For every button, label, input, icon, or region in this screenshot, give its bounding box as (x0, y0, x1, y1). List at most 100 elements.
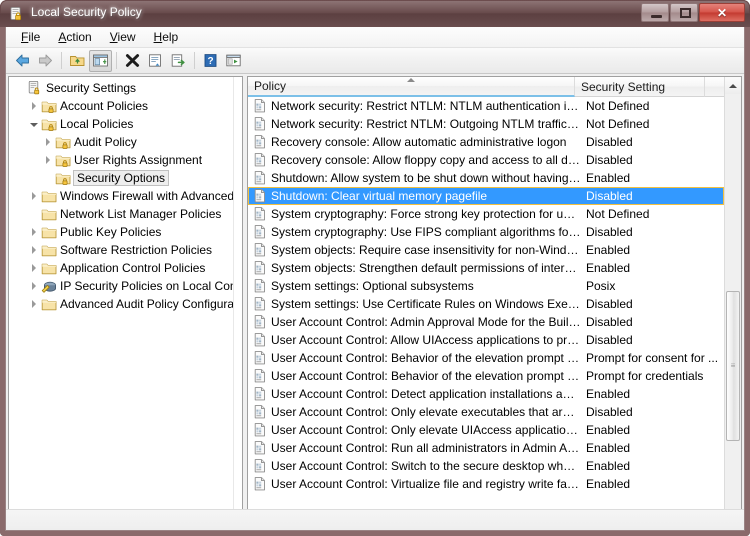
tree-item-label: Audit Policy (74, 135, 137, 149)
console-tree-icon (93, 54, 108, 67)
application-window: Local Security Policy ✕ FFileile Action … (0, 0, 750, 536)
policy-row[interactable]: User Account Control: Behavior of the el… (248, 349, 724, 367)
policy-item-icon (252, 116, 268, 132)
policy-row[interactable]: System cryptography: Force strong key pr… (248, 205, 724, 223)
policy-security-setting: Disabled (586, 225, 633, 239)
policy-row[interactable]: System cryptography: Use FIPS compliant … (248, 223, 724, 241)
title-bar[interactable]: Local Security Policy ✕ (0, 0, 750, 27)
policy-row[interactable]: User Account Control: Run all administra… (248, 439, 724, 457)
properties-button[interactable] (144, 50, 167, 72)
policy-security-setting: Prompt for credentials (586, 369, 704, 383)
chevron-right-icon[interactable] (27, 97, 41, 115)
policy-row[interactable]: User Account Control: Behavior of the el… (248, 367, 724, 385)
expander-spacer (27, 205, 41, 223)
policy-item-icon (254, 189, 265, 203)
chevron-right-glyph (32, 102, 36, 110)
policy-security-setting: Posix (586, 279, 616, 293)
tree-item-application-control-policies[interactable]: Application Control Policies (9, 259, 235, 277)
policy-item-icon (254, 297, 265, 311)
chevron-right-icon[interactable] (27, 295, 41, 313)
tree-item-label: Security Options (73, 170, 170, 186)
delete-button[interactable] (121, 50, 144, 72)
policy-row[interactable]: Network security: Restrict NTLM: Outgoin… (248, 115, 724, 133)
policy-row[interactable]: Recovery console: Allow automatic admini… (248, 133, 724, 151)
policy-row[interactable]: System objects: Strengthen default permi… (248, 259, 724, 277)
tree-item-windows-firewall-with-advanced-secu[interactable]: Windows Firewall with Advanced Secu (9, 187, 235, 205)
policy-row[interactable]: Network security: Restrict NTLM: NTLM au… (248, 97, 724, 115)
policy-row[interactable]: Shutdown: Clear virtual memory pagefile D… (248, 187, 724, 205)
policy-row[interactable]: Shutdown: Allow system to be shut down w… (248, 169, 724, 187)
policy-item-icon (254, 261, 265, 275)
policy-name: System settings: Optional subsystems (271, 279, 474, 293)
policy-row[interactable]: User Account Control: Detect application… (248, 385, 724, 403)
policy-row[interactable]: System settings: Optional subsystems Posi… (248, 277, 724, 295)
policy-item-icon (252, 386, 268, 402)
tree-item-software-restriction-policies[interactable]: Software Restriction Policies (9, 241, 235, 259)
view-options-button[interactable] (222, 50, 245, 72)
tree-view[interactable]: Security Settings Account Policies Local P… (9, 79, 235, 509)
expander-spacer (13, 79, 27, 97)
policy-row[interactable]: User Account Control: Only elevate UIAcc… (248, 421, 724, 439)
scrollbar-thumb[interactable]: ≡ (726, 291, 740, 441)
policy-row[interactable]: System objects: Require case insensitivi… (248, 241, 724, 259)
show-hide-tree-button[interactable] (89, 49, 112, 72)
chevron-right-icon[interactable] (27, 259, 41, 277)
tree-item-user-rights-assignment[interactable]: User Rights Assignment (9, 151, 235, 169)
close-icon: ✕ (716, 5, 728, 20)
policy-row[interactable]: User Account Control: Switch to the secu… (248, 457, 724, 475)
menu-action[interactable]: Action (49, 28, 100, 46)
policy-row[interactable]: User Account Control: Only elevate execu… (248, 403, 724, 421)
chevron-right-glyph (46, 138, 50, 146)
chevron-right-icon[interactable] (27, 277, 41, 295)
policy-row[interactable]: System settings: Use Certificate Rules o… (248, 295, 724, 313)
tree-item-security-options[interactable]: Security Options (9, 169, 235, 187)
close-button[interactable]: ✕ (699, 3, 745, 22)
policy-name: User Account Control: Only elevate execu… (271, 405, 581, 419)
chevron-right-icon[interactable] (27, 223, 41, 241)
chevron-right-icon[interactable] (27, 187, 41, 205)
folder-icon (41, 209, 57, 221)
folder-icon (41, 296, 57, 312)
maximize-button[interactable] (670, 3, 698, 22)
tree-item-audit-policy[interactable]: Audit Policy (9, 133, 235, 151)
tree-item-ip-security-policies-on-local-comput[interactable]: IP Security Policies on Local Comput (9, 277, 235, 295)
policy-row[interactable]: User Account Control: Admin Approval Mod… (248, 313, 724, 331)
tree-item-account-policies[interactable]: Account Policies (9, 97, 235, 115)
help-button[interactable]: ? (199, 50, 222, 72)
chevron-right-icon[interactable] (41, 133, 55, 151)
tree-item-public-key-policies[interactable]: Public Key Policies (9, 223, 235, 241)
tree-item-network-list-manager-policies[interactable]: Network List Manager Policies (9, 205, 235, 223)
export-list-button[interactable] (167, 50, 190, 72)
policy-name: System objects: Require case insensitivi… (271, 243, 581, 257)
chevron-right-icon[interactable] (27, 241, 41, 259)
minimize-button[interactable] (641, 3, 669, 22)
tree-item-label: Application Control Policies (60, 261, 206, 275)
policy-row[interactable]: Recovery console: Allow floppy copy and … (248, 151, 724, 169)
chevron-right-glyph (46, 156, 50, 164)
back-button[interactable] (11, 50, 34, 72)
chevron-down-icon[interactable] (27, 115, 41, 133)
policy-item-icon (254, 369, 265, 383)
policy-security-setting: Enabled (586, 423, 631, 437)
list-vertical-scrollbar[interactable]: ≡ (724, 77, 741, 527)
menu-view[interactable]: View (101, 28, 145, 46)
scroll-up-button[interactable] (725, 77, 741, 94)
tree-vertical-scrollbar[interactable] (233, 77, 242, 510)
menu-help[interactable]: Help (145, 28, 188, 46)
policy-row[interactable]: User Account Control: Allow UIAccess app… (248, 331, 724, 349)
column-header-policy[interactable]: Policy (248, 77, 575, 97)
tree-item-advanced-audit-policy-configuration[interactable]: Advanced Audit Policy Configuration (9, 295, 235, 313)
delete-x-icon (125, 54, 140, 67)
column-header-security-setting[interactable]: Security Setting (575, 77, 705, 97)
tree-item-security-settings[interactable]: Security Settings (9, 79, 235, 97)
menu-file[interactable]: FFileile (12, 28, 49, 46)
column-header-filler (705, 77, 726, 97)
forward-button[interactable] (34, 50, 57, 72)
policy-row[interactable]: User Account Control: Virtualize file an… (248, 475, 724, 493)
policy-list[interactable]: Network security: Restrict NTLM: NTLM au… (248, 97, 724, 527)
up-one-level-button[interactable] (66, 50, 89, 72)
expander-spacer (41, 169, 55, 187)
tree-item-local-policies[interactable]: Local Policies (9, 115, 235, 133)
chevron-right-icon[interactable] (41, 151, 55, 169)
policy-item-icon (254, 351, 265, 365)
